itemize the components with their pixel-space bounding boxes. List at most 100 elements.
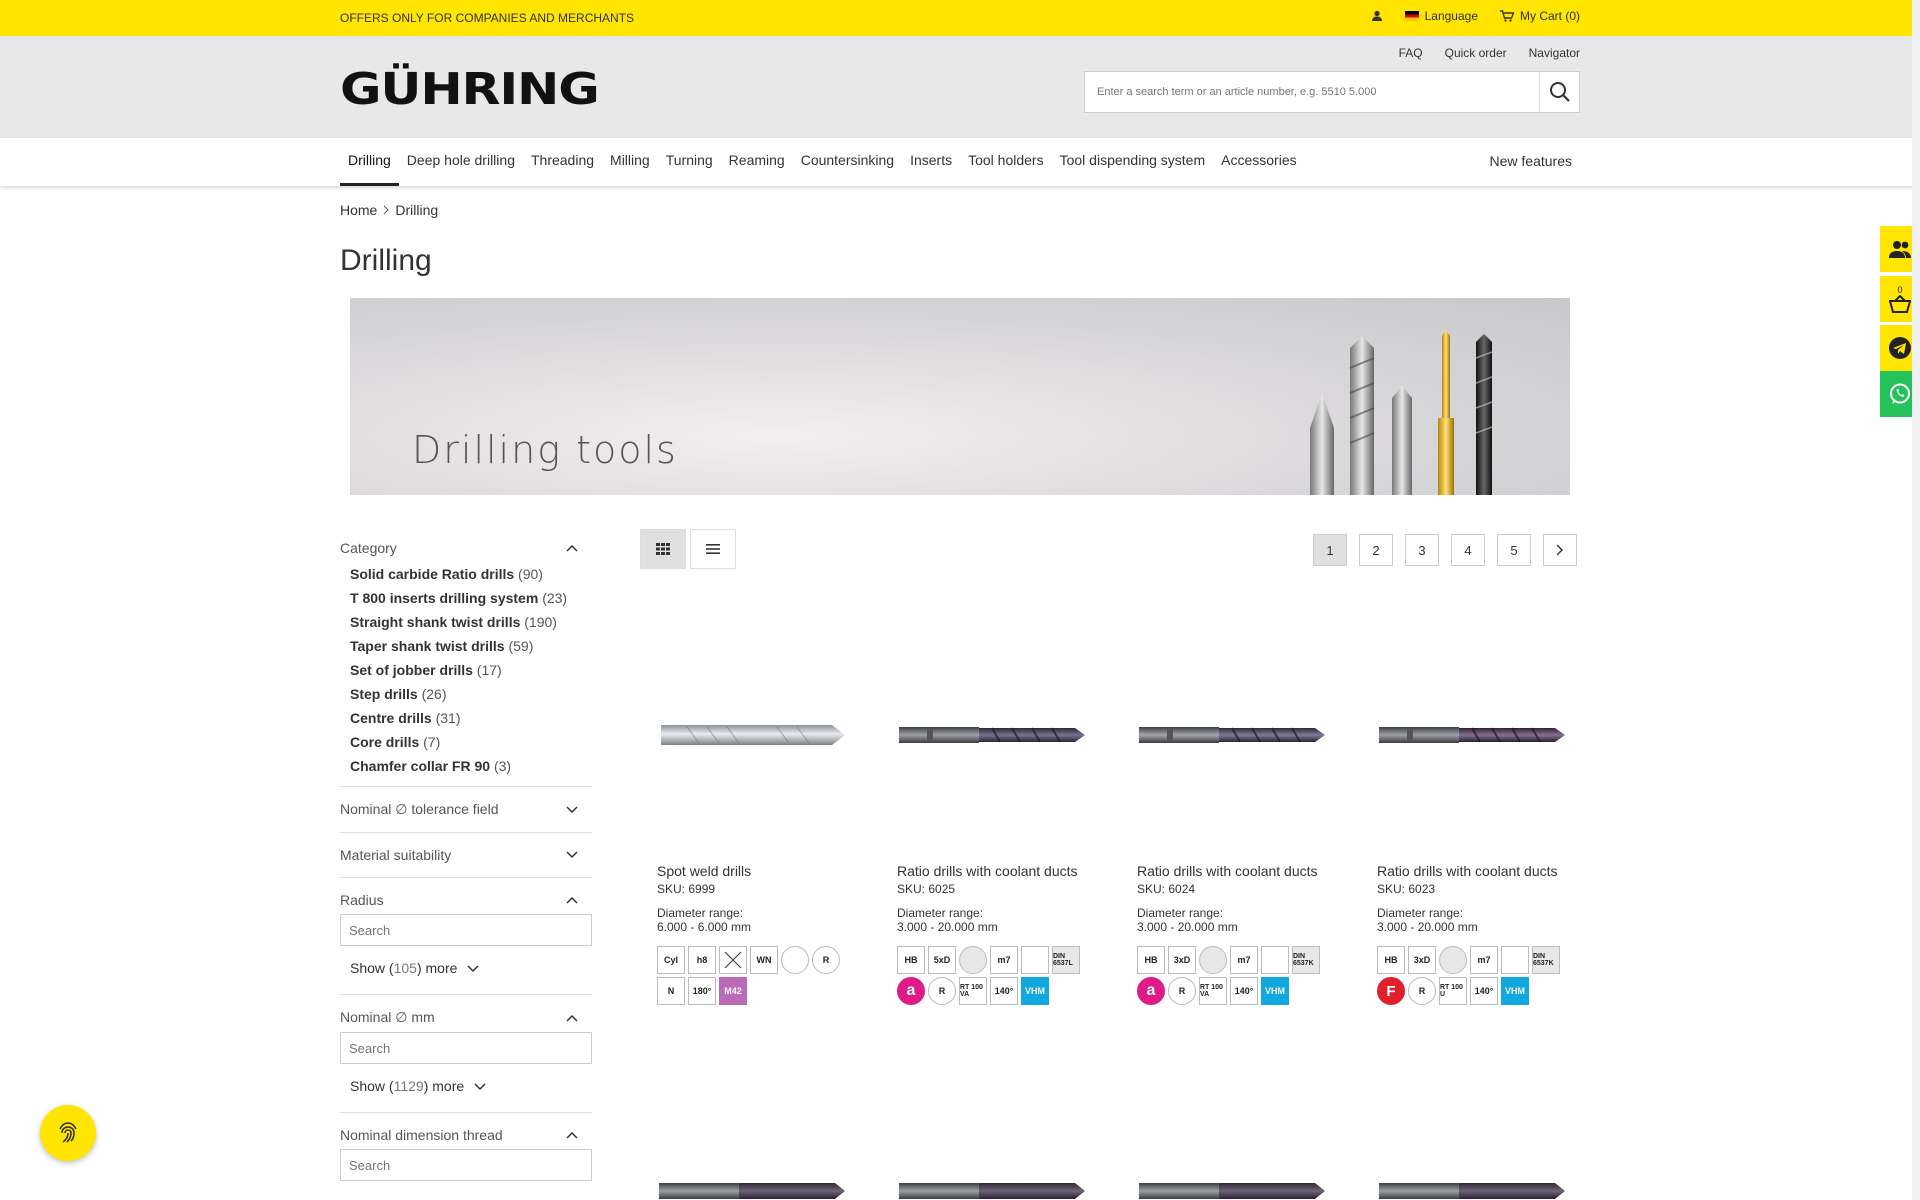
nominal-show-more[interactable]: Show (1129) more bbox=[340, 1064, 592, 1104]
filter-thread-header[interactable]: Nominal dimension thread bbox=[340, 1121, 592, 1149]
user-icon bbox=[1371, 10, 1382, 21]
thread-search-input[interactable] bbox=[349, 1157, 583, 1173]
grid-view-button[interactable] bbox=[640, 529, 686, 569]
account-button[interactable] bbox=[1371, 10, 1383, 22]
category-item[interactable]: Centre drills (31) bbox=[350, 706, 592, 730]
navigator-link[interactable]: Navigator bbox=[1529, 46, 1580, 60]
nav-drilling[interactable]: Drilling bbox=[340, 138, 399, 186]
quick-order-link[interactable]: Quick order bbox=[1445, 46, 1507, 60]
page-1[interactable]: 1 bbox=[1313, 534, 1347, 566]
show-more-suffix: ) more bbox=[416, 960, 458, 976]
coating-f-icon: F bbox=[1377, 977, 1405, 1005]
my-cart-link[interactable]: My Cart (0) bbox=[1500, 9, 1580, 23]
product-card[interactable]: Ratio drills with coolant ducts SKU: 602… bbox=[1137, 620, 1332, 1005]
filter-radius-header[interactable]: Radius bbox=[340, 886, 592, 914]
product-name[interactable]: Ratio drills with coolant ducts bbox=[1137, 862, 1332, 880]
chevron-right-icon bbox=[384, 205, 390, 215]
cart-label: My Cart (0) bbox=[1520, 9, 1580, 23]
product-name[interactable]: Spot weld drills bbox=[657, 862, 852, 880]
product-name[interactable]: Ratio drills with coolant ducts bbox=[1377, 862, 1572, 880]
category-item[interactable]: Taper shank twist drills (59) bbox=[350, 634, 592, 658]
right-hand-cutting-icon: R bbox=[812, 946, 840, 974]
category-item[interactable]: Core drills (7) bbox=[350, 730, 592, 754]
tolerance-m7-icon: m7 bbox=[1470, 946, 1498, 974]
page-2[interactable]: 2 bbox=[1359, 534, 1393, 566]
product-badges: Cyl h8 WN R N 180° M42 bbox=[657, 946, 852, 1005]
category-item[interactable]: Set of jobber drills (17) bbox=[350, 658, 592, 682]
nav-accessories[interactable]: Accessories bbox=[1213, 138, 1304, 186]
coolant-icon bbox=[1439, 946, 1467, 974]
page-3[interactable]: 3 bbox=[1405, 534, 1439, 566]
product-image[interactable] bbox=[657, 620, 847, 850]
right-hand-cutting-icon: R bbox=[928, 977, 956, 1005]
nav-countersinking[interactable]: Countersinking bbox=[793, 138, 902, 186]
product-sku: SKU: 6024 bbox=[1137, 882, 1196, 896]
product-image[interactable] bbox=[1377, 620, 1567, 850]
diameter-label: Diameter range: bbox=[657, 906, 744, 920]
next-page-button[interactable] bbox=[1543, 534, 1577, 566]
category-item[interactable]: Straight shank twist drills (190) bbox=[350, 610, 592, 634]
category-name: Straight shank twist drills bbox=[350, 614, 521, 630]
category-item[interactable]: Chamfer collar FR 90 (3) bbox=[350, 754, 592, 778]
nav-threading[interactable]: Threading bbox=[523, 138, 602, 186]
filter-sidebar: Category Solid carbide Ratio drills (90)… bbox=[340, 534, 592, 1181]
grid-icon bbox=[656, 543, 670, 555]
filter-tolerance-header[interactable]: Nominal ∅ tolerance field bbox=[340, 795, 592, 824]
nav-milling[interactable]: Milling bbox=[602, 138, 658, 186]
helix-icon bbox=[1501, 946, 1529, 974]
category-item[interactable]: Step drills (26) bbox=[350, 682, 592, 706]
nominal-search-input[interactable] bbox=[349, 1040, 583, 1056]
product-card[interactable]: Ratio drills with coolant ducts SKU: 602… bbox=[897, 620, 1092, 1005]
faq-link[interactable]: FAQ bbox=[1399, 46, 1423, 60]
radius-show-more[interactable]: Show (105) more bbox=[340, 946, 592, 986]
language-selector[interactable]: Language bbox=[1404, 9, 1478, 23]
category-name: T 800 inserts drilling system bbox=[350, 590, 539, 606]
chevron-up-icon bbox=[566, 544, 578, 552]
product-image[interactable] bbox=[1137, 620, 1327, 850]
product-name[interactable]: Ratio drills with coolant ducts bbox=[897, 862, 1092, 880]
category-name: Step drills bbox=[350, 686, 418, 702]
length-3xd-icon: 3xD bbox=[1408, 946, 1436, 974]
point-angle-140-icon: 140° bbox=[1230, 977, 1258, 1005]
scrollbar[interactable] bbox=[1912, 0, 1920, 1200]
filter-nominal-header[interactable]: Nominal ∅ mm bbox=[340, 1003, 592, 1032]
guhring-logo[interactable]: GÜHRING bbox=[340, 64, 600, 115]
nav-inserts[interactable]: Inserts bbox=[902, 138, 960, 186]
filter-material-header[interactable]: Material suitability bbox=[340, 841, 592, 869]
helix-icon bbox=[1021, 946, 1049, 974]
radius-search-input[interactable] bbox=[349, 922, 583, 938]
rt100-va-icon: RT 100 VA bbox=[959, 977, 987, 1005]
fingerprint-privacy-button[interactable] bbox=[40, 1105, 96, 1161]
category-item[interactable]: T 800 inserts drilling system (23) bbox=[350, 586, 592, 610]
nominal-search-field bbox=[340, 1032, 592, 1064]
filter-category-header[interactable]: Category bbox=[340, 534, 592, 562]
category-item[interactable]: Solid carbide Ratio drills (90) bbox=[350, 562, 592, 586]
second-row-drill-images bbox=[659, 1183, 1565, 1199]
product-card[interactable]: Ratio drills with coolant ducts SKU: 602… bbox=[1377, 620, 1572, 1005]
nav-tool-holders[interactable]: Tool holders bbox=[960, 138, 1052, 186]
new-features-link[interactable]: New features bbox=[1490, 153, 1572, 169]
chevron-up-icon bbox=[566, 1131, 578, 1139]
material-vhm-icon: VHM bbox=[1261, 977, 1289, 1005]
search-button[interactable] bbox=[1539, 72, 1579, 112]
shank-hb-icon: HB bbox=[1377, 946, 1405, 974]
drill-tools-illustration bbox=[1310, 330, 1493, 495]
list-view-button[interactable] bbox=[690, 529, 736, 569]
page-5[interactable]: 5 bbox=[1497, 534, 1531, 566]
point-angle-180-icon: 180° bbox=[688, 977, 716, 1005]
length-3xd-icon: 3xD bbox=[1168, 946, 1196, 974]
rt100-va-icon: RT 100 VA bbox=[1199, 977, 1227, 1005]
nav-reaming[interactable]: Reaming bbox=[721, 138, 793, 186]
search-input[interactable] bbox=[1085, 72, 1539, 112]
breadcrumb-home[interactable]: Home bbox=[340, 202, 377, 218]
nav-tool-dispending-system[interactable]: Tool dispending system bbox=[1052, 138, 1214, 186]
shank-hb-icon: HB bbox=[897, 946, 925, 974]
chevron-up-icon bbox=[566, 896, 578, 904]
page-4[interactable]: 4 bbox=[1451, 534, 1485, 566]
coating-a-icon: a bbox=[1137, 977, 1165, 1005]
product-card[interactable]: Spot weld drills SKU: 6999 Diameter rang… bbox=[657, 620, 852, 1005]
nav-deep-hole-drilling[interactable]: Deep hole drilling bbox=[399, 138, 523, 186]
diameter-label: Diameter range: bbox=[1377, 906, 1464, 920]
nav-turning[interactable]: Turning bbox=[658, 138, 721, 186]
product-image[interactable] bbox=[897, 620, 1087, 850]
